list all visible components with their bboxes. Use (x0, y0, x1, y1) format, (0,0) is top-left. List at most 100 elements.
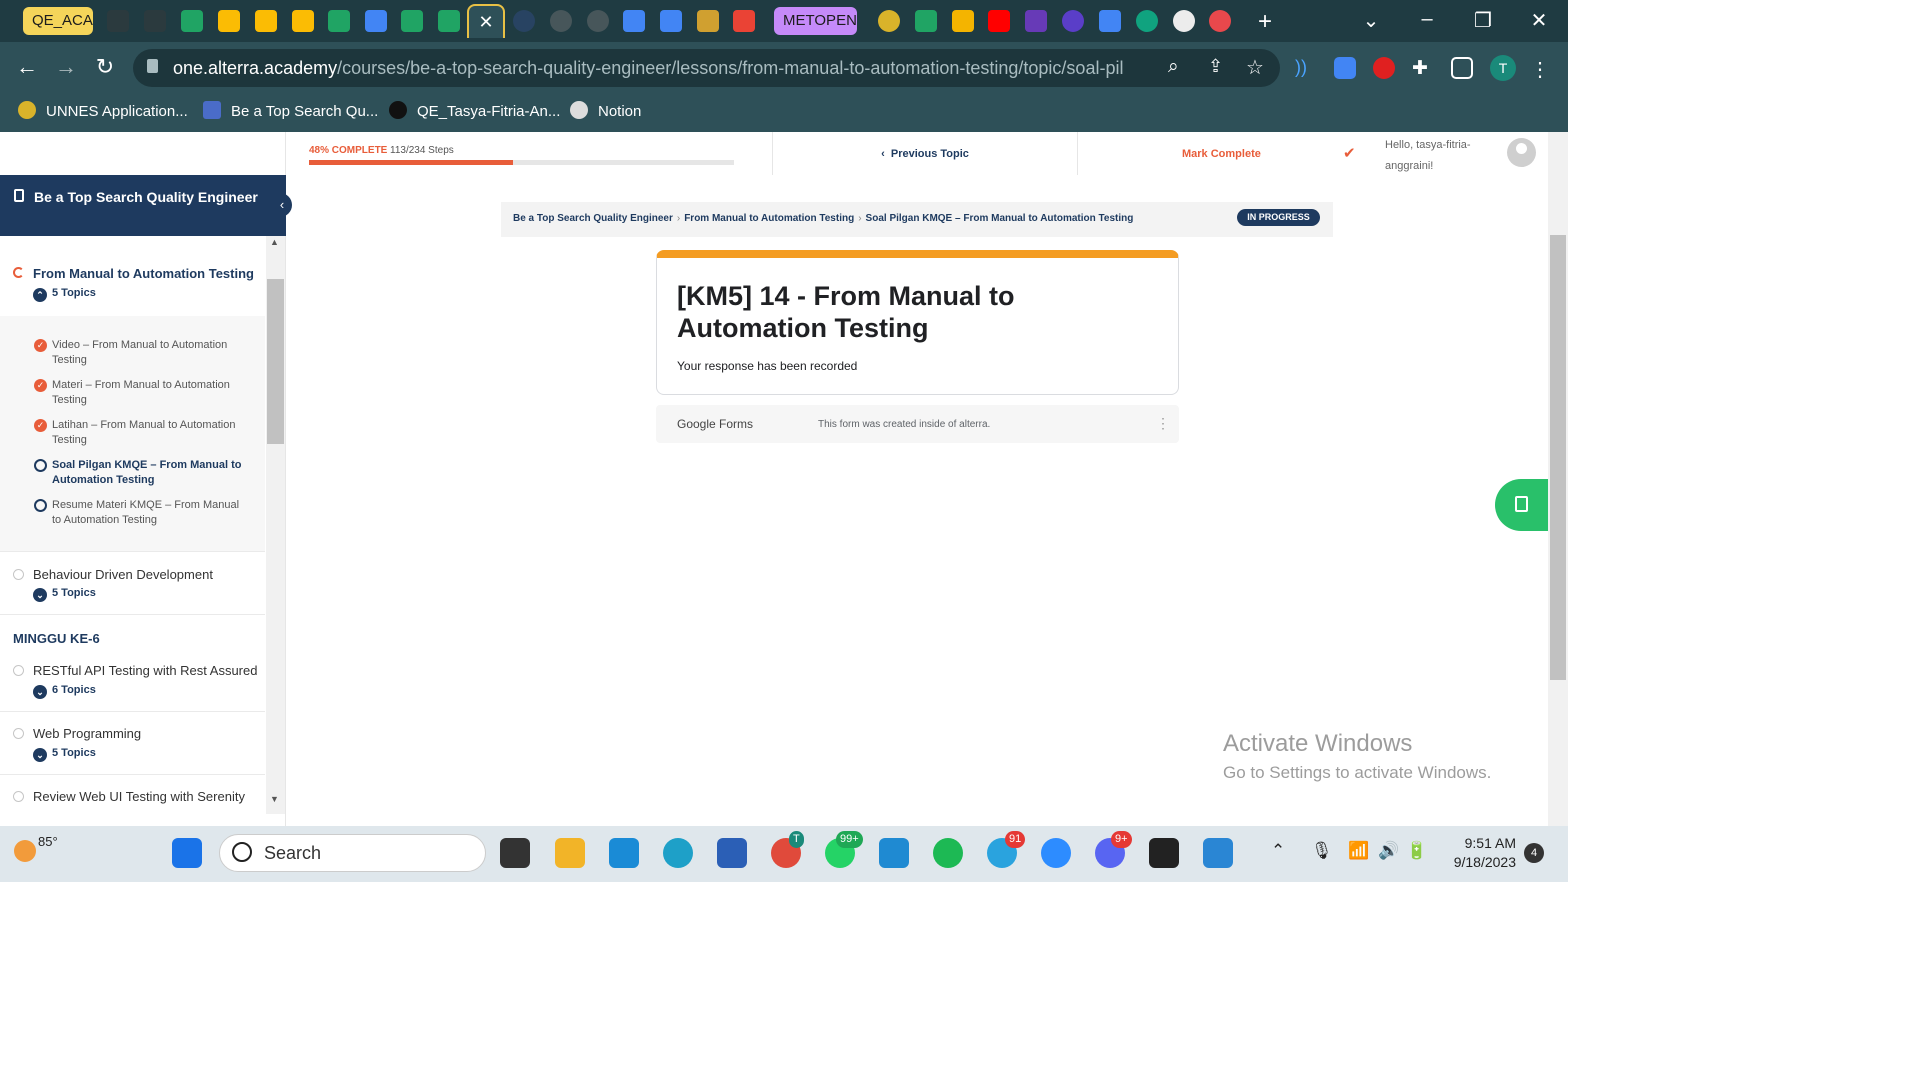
google-docs-tab-icon[interactable] (365, 10, 387, 32)
spotify-icon[interactable] (933, 838, 963, 868)
volume-icon[interactable]: 🔊 (1378, 841, 1399, 861)
scroll-up-icon[interactable]: ▲ (270, 237, 279, 247)
lark-app-icon[interactable] (609, 838, 639, 868)
google-forms-tab-icon[interactable] (1025, 10, 1047, 32)
chatgpt-tab-icon[interactable] (1136, 10, 1158, 32)
reload-icon[interactable]: ↻ (90, 54, 120, 80)
lesson-title[interactable]: RESTful API Testing with Rest Assured (33, 663, 257, 678)
lesson-title[interactable]: Review Web UI Testing with Serenity (33, 789, 245, 804)
page-scroll-thumb[interactable] (1550, 235, 1566, 680)
topic-item-current[interactable]: Soal Pilgan KMQE – From Manual to Automa… (34, 458, 244, 488)
topics-toggle[interactable]: ⌄ 5 Topics (33, 747, 96, 762)
tab-group-metopen[interactable]: METOPEN (774, 7, 857, 35)
google-drive-tab-icon[interactable] (218, 10, 240, 32)
task-view-icon[interactable] (500, 838, 530, 868)
breadcrumb-topic[interactable]: Soal Pilgan KMQE – From Manual to Automa… (866, 213, 1134, 224)
previous-topic-button[interactable]: ‹ Previous Topic (772, 132, 1078, 175)
battery-icon[interactable]: 🔋 (1406, 841, 1427, 861)
quillbot-tab-icon[interactable] (1062, 10, 1084, 32)
share-icon[interactable]: ⇪ (1208, 56, 1223, 77)
breadcrumb-course[interactable]: Be a Top Search Quality Engineer (513, 213, 673, 224)
sidebar-scroll-thumb[interactable] (267, 279, 284, 444)
google-drive-tab-icon[interactable] (255, 10, 277, 32)
forward-icon[interactable]: → (51, 54, 81, 80)
youtube-tab-icon[interactable] (988, 10, 1010, 32)
google-forms-logo[interactable]: Google Forms (677, 417, 753, 431)
minimize-icon[interactable]: – (1412, 8, 1442, 31)
tab-group-qe-aca[interactable]: QE_ACA (23, 7, 93, 35)
help-widget-button[interactable] (1495, 479, 1551, 531)
scroll-down-icon[interactable]: ▼ (270, 794, 279, 804)
address-bar[interactable]: one.alterra.academy/courses/be-a-top-sea… (133, 49, 1280, 87)
google-sheets-tab-icon[interactable] (181, 10, 203, 32)
chrome-tab-icon[interactable] (1173, 10, 1195, 32)
bookmark-github[interactable]: QE_Tasya-Fitria-An... (389, 101, 560, 120)
lock-icon[interactable] (147, 59, 158, 73)
close-window-icon[interactable]: ✕ (1524, 8, 1554, 33)
google-docs-tab-icon[interactable] (623, 10, 645, 32)
google-calendar-tab-icon[interactable] (660, 10, 682, 32)
lesson-item[interactable]: Web Programming ⌄ 5 Topics (0, 712, 265, 775)
globe-tab-icon[interactable] (550, 10, 572, 32)
extensions-puzzle-icon[interactable]: ✚ (1412, 57, 1434, 79)
topics-toggle[interactable]: ⌄ 5 Topics (33, 587, 96, 602)
lesson-title[interactable]: Behaviour Driven Development (33, 567, 213, 582)
topic-item[interactable]: ✓ Latihan – From Manual to Automation Tes… (34, 418, 244, 448)
lesson-item[interactable]: Review Web UI Testing with Serenity (0, 775, 265, 826)
show-hidden-icons-icon[interactable]: ⌃ (1271, 841, 1285, 861)
zoom-icon[interactable] (1041, 838, 1071, 868)
mark-complete-button[interactable]: Mark Complete (1079, 132, 1385, 175)
photos-icon[interactable] (1203, 838, 1233, 868)
user-avatar[interactable] (1507, 138, 1536, 167)
github-tab-icon[interactable] (107, 10, 129, 32)
weather-widget[interactable]: 85° (14, 834, 58, 862)
tab-search-icon[interactable]: ⌄ (1356, 8, 1386, 33)
web-tab-icon[interactable] (513, 10, 535, 32)
topic-item[interactable]: ✓ Video – From Manual to Automation Testi… (34, 338, 244, 368)
sticky-notes-icon[interactable] (1149, 838, 1179, 868)
new-tab-button[interactable]: + (1250, 8, 1280, 36)
microphone-icon[interactable]: 🎙 (1311, 841, 1333, 861)
notification-count-badge[interactable]: 4 (1524, 843, 1544, 863)
wifi-icon[interactable]: 📶 (1348, 841, 1369, 861)
gmail-tab-icon[interactable] (733, 10, 755, 32)
web-tab-icon[interactable] (697, 10, 719, 32)
read-aloud-extension-icon[interactable]: )) (1295, 57, 1317, 79)
close-icon[interactable]: ✕ (478, 12, 493, 32)
google-sheets-tab-icon[interactable] (438, 10, 460, 32)
bookmark-star-icon[interactable]: ☆ (1246, 55, 1264, 80)
url-text[interactable]: one.alterra.academy/courses/be-a-top-sea… (173, 58, 1123, 79)
topic-item[interactable]: ✓ Materi – From Manual to Automation Test… (34, 378, 244, 408)
google-sheets-tab-icon[interactable] (401, 10, 423, 32)
google-sheets-tab-icon[interactable] (915, 10, 937, 32)
vscode-icon[interactable] (879, 838, 909, 868)
lesson-current[interactable]: From Manual to Automation Testing ⌃ 5 Top… (0, 236, 265, 316)
google-sheets-tab-icon[interactable] (328, 10, 350, 32)
google-translate-extension-icon[interactable] (1334, 57, 1356, 79)
lesson-title[interactable]: Web Programming (33, 726, 141, 741)
file-explorer-icon[interactable] (555, 838, 585, 868)
google-slides-tab-icon[interactable] (952, 10, 974, 32)
back-icon[interactable]: ← (12, 54, 42, 80)
start-button-icon[interactable] (172, 838, 202, 868)
zoom-icon[interactable]: ⌕ (1168, 56, 1179, 78)
profile-avatar[interactable]: T (1490, 55, 1516, 81)
record-tab-icon[interactable] (1209, 10, 1231, 32)
topics-toggle[interactable]: ⌃ 5 Topics (33, 287, 96, 302)
topics-toggle[interactable]: ⌄ 6 Topics (33, 684, 96, 699)
google-translate-tab-icon[interactable] (1099, 10, 1121, 32)
topic-item[interactable]: Resume Materi KMQE – From Manual to Auto… (34, 498, 244, 528)
google-drive-tab-icon[interactable] (292, 10, 314, 32)
lesson-title[interactable]: From Manual to Automation Testing (33, 266, 254, 281)
course-title[interactable]: Be a Top Search Quality Engineer (0, 175, 286, 236)
taskbar-search[interactable]: Search (219, 834, 486, 872)
unnes-tab-icon[interactable] (878, 10, 900, 32)
restore-icon[interactable]: ❐ (1468, 8, 1498, 33)
edge-icon[interactable] (663, 838, 693, 868)
collapse-sidebar-button[interactable]: ‹ (272, 193, 292, 217)
browser-menu-icon[interactable]: ⋮ (1530, 57, 1552, 81)
globe-tab-icon[interactable] (587, 10, 609, 32)
bookmark-notion[interactable]: Notion (570, 101, 641, 120)
lesson-item[interactable]: Behaviour Driven Development ⌄ 5 Topics (0, 552, 265, 615)
word-icon[interactable] (717, 838, 747, 868)
